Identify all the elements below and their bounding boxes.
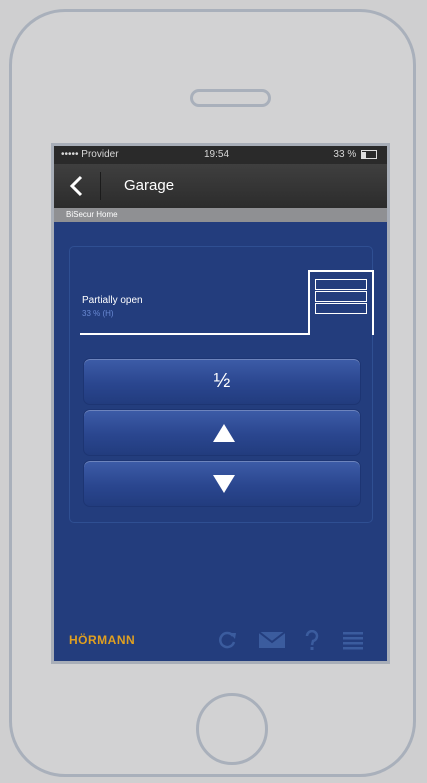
door-state-label: Partially open [82, 295, 143, 306]
menu-icon[interactable] [342, 630, 364, 650]
battery-percent: 33 % [333, 149, 357, 160]
location-header: BiSecur Home [54, 208, 387, 222]
door-position-value: 33 % (H) [82, 309, 114, 318]
app-screen: ••••• Provider 19:54 33 % Garage BiSecur… [51, 143, 390, 664]
door-control-panel: Partially open 33 % (H) ½ [69, 246, 374, 523]
clock: 19:54 [204, 149, 230, 160]
carrier-label: ••••• Provider [61, 149, 119, 160]
refresh-icon[interactable] [217, 630, 237, 650]
door-slat [315, 303, 367, 314]
footer-bar: HÖRMANN [54, 614, 387, 661]
up-triangle-icon [213, 424, 235, 442]
home-button[interactable] [196, 693, 268, 765]
garage-door-icon [308, 270, 374, 335]
speaker-slot [190, 89, 271, 107]
help-icon[interactable] [304, 630, 320, 652]
open-button[interactable] [83, 409, 361, 456]
ground-line [80, 333, 308, 335]
page-title: Garage [124, 177, 175, 194]
location-label: BiSecur Home [66, 210, 118, 219]
back-arrow-icon[interactable] [68, 175, 86, 197]
door-slat [315, 291, 367, 302]
door-slat [315, 279, 367, 290]
close-button[interactable] [83, 460, 361, 507]
navigation-bar: Garage [54, 164, 387, 208]
battery-icon [361, 149, 377, 159]
down-triangle-icon [213, 475, 235, 493]
hormann-logo: HÖRMANN [69, 633, 136, 647]
nav-divider [100, 172, 101, 200]
mail-icon[interactable] [258, 630, 286, 650]
half-label: ½ [213, 370, 231, 392]
battery-indicator: 33 % [333, 149, 377, 160]
status-bar: ••••• Provider 19:54 33 % [54, 146, 387, 164]
half-open-button[interactable]: ½ [83, 358, 361, 405]
